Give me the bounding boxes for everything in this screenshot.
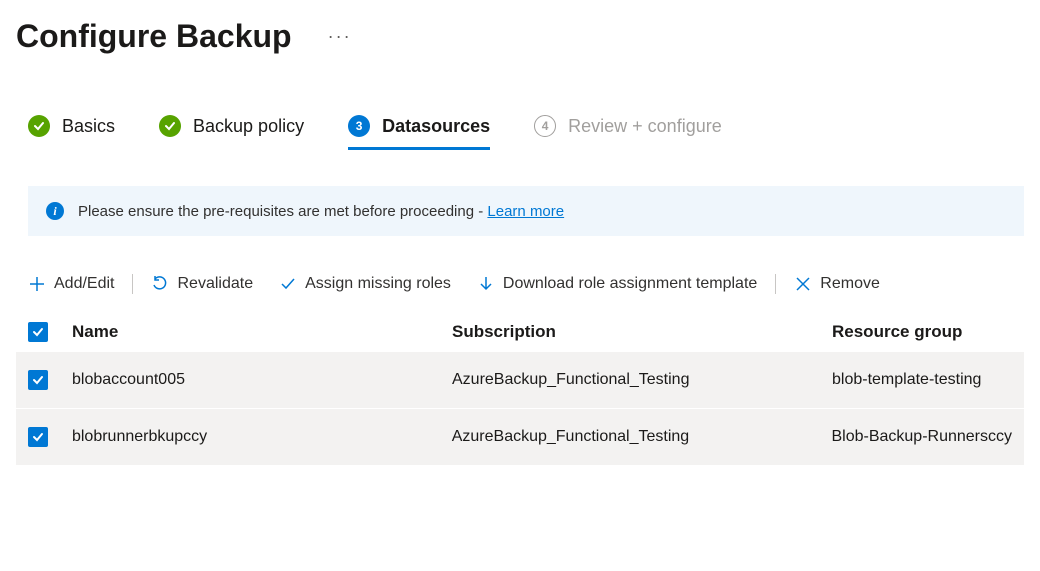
- separator: [775, 274, 776, 294]
- step-label: Backup policy: [193, 116, 304, 137]
- info-banner: i Please ensure the pre-requisites are m…: [28, 186, 1024, 236]
- column-header-subscription[interactable]: Subscription: [452, 322, 832, 342]
- row-checkbox[interactable]: [28, 427, 48, 447]
- step-label: Datasources: [382, 116, 490, 137]
- step-label: Review + configure: [568, 116, 722, 137]
- info-text: Please ensure the pre-requisites are met…: [78, 203, 564, 220]
- cell-subscription: AzureBackup_Functional_Testing: [452, 428, 832, 446]
- page-title: Configure Backup: [16, 18, 292, 55]
- cell-subscription: AzureBackup_Functional_Testing: [452, 371, 832, 389]
- cell-resource-group: blob-template-testing: [832, 371, 1012, 389]
- more-icon[interactable]: ···: [328, 26, 352, 47]
- download-icon: [477, 275, 495, 293]
- download-template-button[interactable]: Download role assignment template: [477, 275, 757, 293]
- button-label: Add/Edit: [54, 275, 114, 293]
- datasources-table: Name Subscription Resource group blobacc…: [16, 312, 1024, 466]
- step-backup-policy[interactable]: Backup policy: [159, 115, 304, 150]
- assign-roles-button[interactable]: Assign missing roles: [279, 275, 451, 293]
- step-datasources[interactable]: 3 Datasources: [348, 115, 490, 150]
- select-all-checkbox[interactable]: [28, 322, 48, 342]
- button-label: Remove: [820, 275, 880, 293]
- column-header-resource-group[interactable]: Resource group: [832, 322, 1012, 342]
- button-label: Download role assignment template: [503, 275, 757, 293]
- cell-name: blobaccount005: [72, 371, 452, 389]
- table-row[interactable]: blobrunnerbkupccy AzureBackup_Functional…: [16, 409, 1024, 466]
- step-basics[interactable]: Basics: [28, 115, 115, 150]
- cell-name: blobrunnerbkupccy: [72, 428, 452, 446]
- check-icon: [279, 275, 297, 293]
- separator: [132, 274, 133, 294]
- toolbar: Add/Edit Revalidate Assign missing roles…: [16, 274, 1024, 294]
- learn-more-link[interactable]: Learn more: [487, 203, 564, 220]
- step-number-icon: 4: [534, 115, 556, 137]
- button-label: Assign missing roles: [305, 275, 451, 293]
- remove-button[interactable]: Remove: [794, 275, 880, 293]
- check-icon: [28, 115, 50, 137]
- revalidate-button[interactable]: Revalidate: [151, 275, 253, 293]
- step-number-icon: 3: [348, 115, 370, 137]
- row-checkbox[interactable]: [28, 370, 48, 390]
- close-icon: [794, 275, 812, 293]
- plus-icon: [28, 275, 46, 293]
- column-header-name[interactable]: Name: [72, 322, 452, 342]
- cell-resource-group: Blob-Backup-Runnersccy: [831, 428, 1012, 446]
- info-icon: i: [46, 202, 64, 220]
- step-label: Basics: [62, 116, 115, 137]
- table-row[interactable]: blobaccount005 AzureBackup_Functional_Te…: [16, 352, 1024, 409]
- table-header: Name Subscription Resource group: [16, 312, 1024, 352]
- add-edit-button[interactable]: Add/Edit: [28, 275, 114, 293]
- check-icon: [159, 115, 181, 137]
- step-review-configure: 4 Review + configure: [534, 115, 722, 150]
- wizard-steps: Basics Backup policy 3 Datasources 4 Rev…: [16, 115, 1024, 150]
- button-label: Revalidate: [177, 275, 253, 293]
- refresh-icon: [151, 275, 169, 293]
